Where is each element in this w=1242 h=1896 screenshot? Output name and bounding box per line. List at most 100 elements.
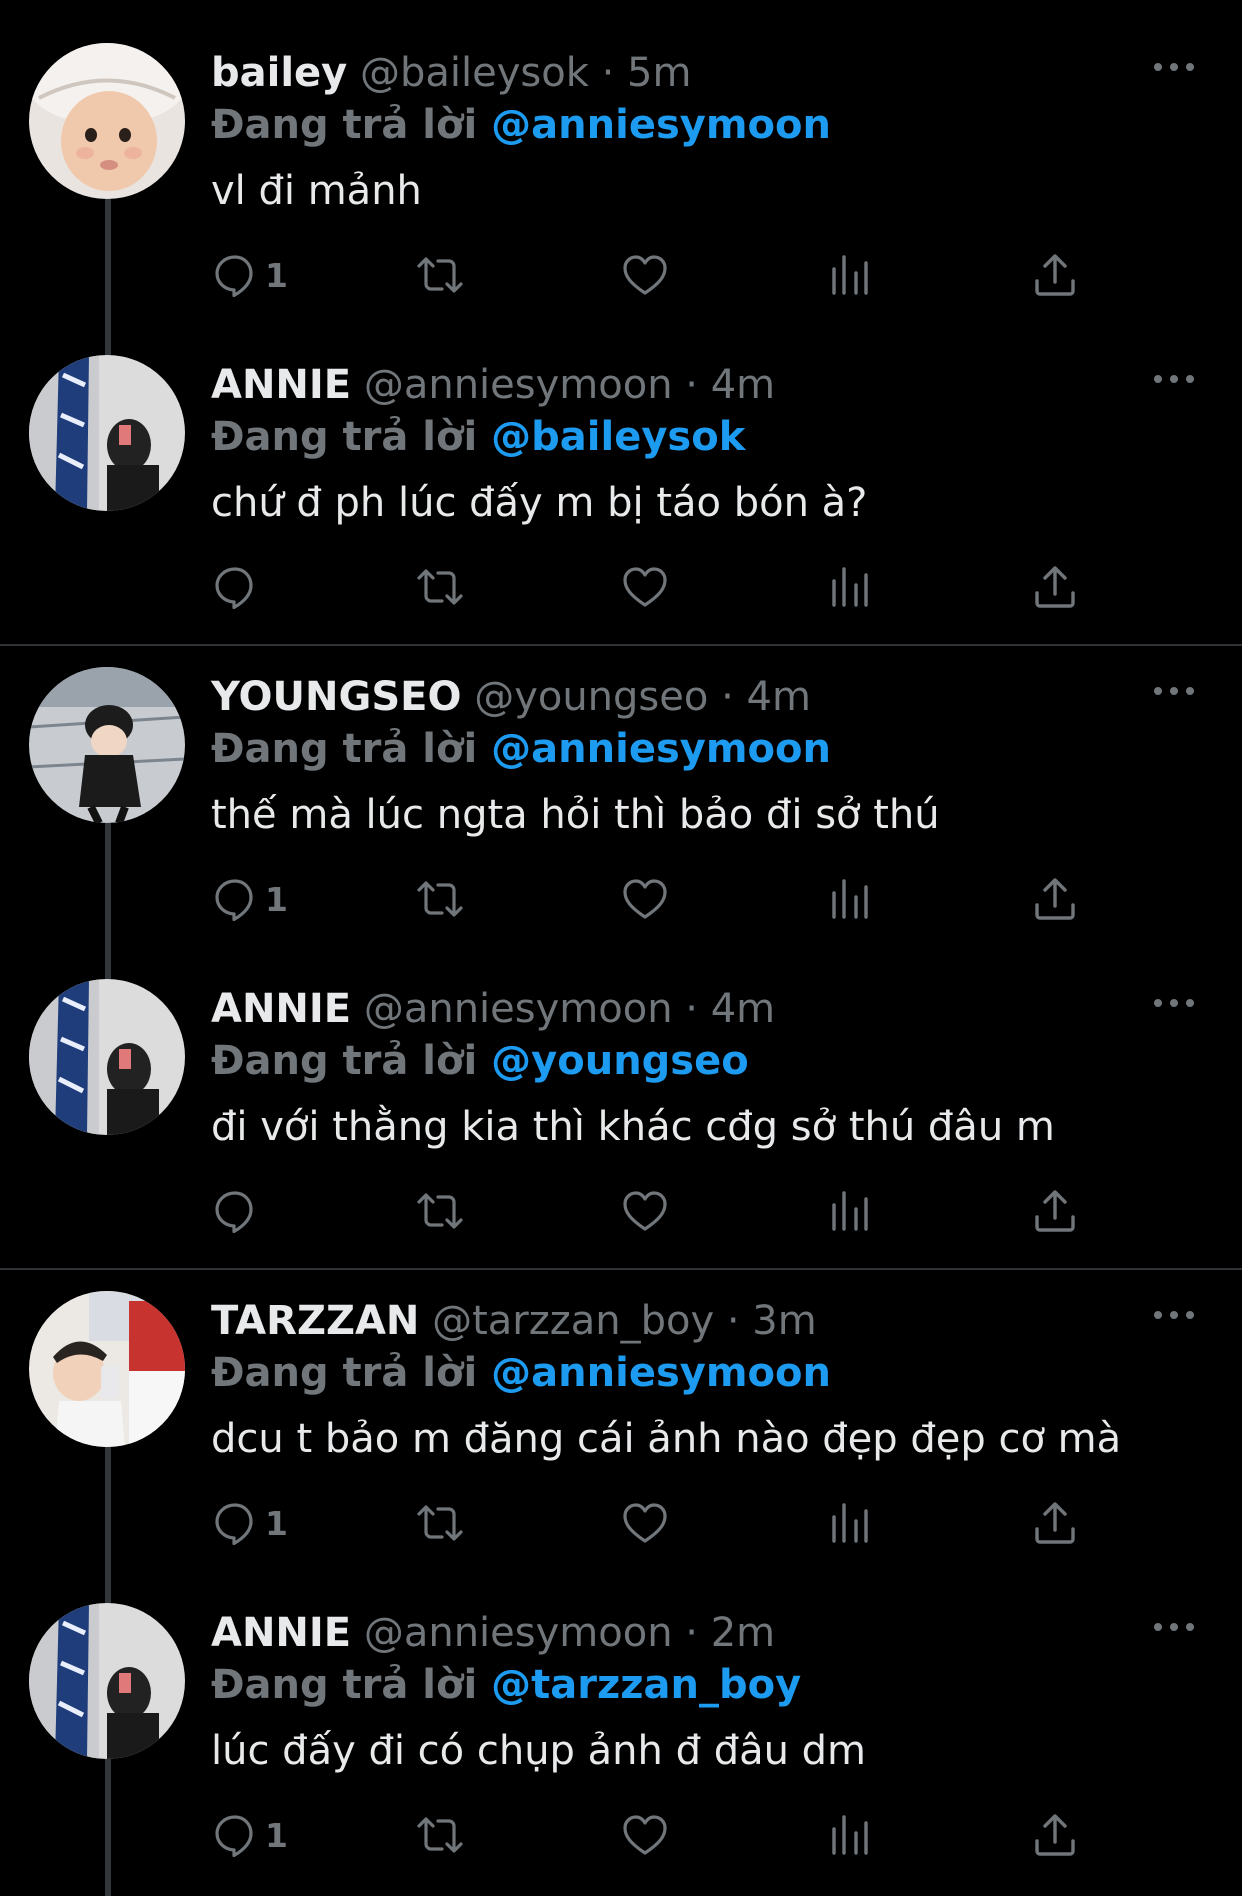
retweet-button[interactable] [416, 245, 464, 305]
tweet-content: YOUNGSEO @youngseo · 4m Đang trả lời @an… [211, 672, 1202, 840]
tweet-actions: 1 [211, 245, 1111, 305]
like-button[interactable] [621, 1181, 669, 1241]
replying-to: Đang trả lời @baileysok [211, 412, 1202, 462]
display-name[interactable]: ANNIE [211, 1610, 351, 1656]
replying-to-mention[interactable]: @tarzzan_boy [491, 1662, 801, 1708]
tweet-content: ANNIE @anniesymoon · 2m Đang trả lời @ta… [211, 1608, 1202, 1776]
user-handle: @anniesymoon [363, 1610, 673, 1656]
like-button[interactable] [621, 245, 669, 305]
reply-button[interactable] [211, 557, 265, 617]
tweet-content: TARZZAN @tarzzan_boy · 3m Đang trả lời @… [211, 1296, 1202, 1464]
user-handle: @anniesymoon [363, 986, 673, 1032]
timestamp[interactable]: 3m [752, 1298, 816, 1344]
display-name[interactable]: ANNIE [211, 986, 351, 1032]
share-button[interactable] [1031, 557, 1079, 617]
retweet-icon [417, 881, 463, 917]
avatar-mirror-selfie[interactable] [29, 979, 185, 1135]
analytics-icon [832, 567, 868, 607]
display-name[interactable]: bailey [211, 50, 347, 96]
tweet-5[interactable]: TARZZAN @tarzzan_boy · 3m Đang trả lời @… [0, 1248, 1242, 1560]
views-button[interactable] [826, 1805, 874, 1865]
retweet-icon [417, 1193, 463, 1229]
like-button[interactable] [621, 1805, 669, 1865]
tweet-text: vl đi mảnh [211, 168, 422, 214]
tweet-6[interactable]: ANNIE @anniesymoon · 2m Đang trả lời @ta… [0, 1560, 1242, 1872]
views-button[interactable] [826, 245, 874, 305]
reply-icon [215, 1191, 253, 1234]
reply-button[interactable]: 1 [211, 245, 288, 305]
replying-to-mention[interactable]: @anniesymoon [491, 1350, 831, 1396]
replying-to-mention[interactable]: @anniesymoon [491, 726, 831, 772]
reply-icon [215, 1815, 253, 1858]
retweet-button[interactable] [416, 1181, 464, 1241]
timestamp[interactable]: 4m [711, 986, 775, 1032]
views-button[interactable] [826, 557, 874, 617]
avatar-mirror-selfie[interactable] [29, 1603, 185, 1759]
analytics-icon [832, 1191, 868, 1231]
tweet-header: YOUNGSEO @youngseo · 4m [211, 672, 1202, 722]
timestamp[interactable]: 4m [747, 674, 811, 720]
views-button[interactable] [826, 869, 874, 929]
like-button[interactable] [621, 557, 669, 617]
user-handle: @tarzzan_boy [432, 1298, 715, 1344]
display-name[interactable]: ANNIE [211, 362, 351, 408]
more-options-icon[interactable] [1151, 57, 1197, 77]
reply-count: 1 [265, 255, 288, 295]
reply-button[interactable] [211, 1181, 265, 1241]
more-options-icon[interactable] [1151, 1617, 1197, 1637]
replying-to-mention[interactable]: @youngseo [491, 1038, 749, 1084]
replying-to-mention[interactable]: @anniesymoon [491, 102, 831, 148]
more-options-icon[interactable] [1151, 369, 1197, 389]
like-button[interactable] [621, 1493, 669, 1553]
more-options-icon[interactable] [1151, 1305, 1197, 1325]
retweet-button[interactable] [416, 869, 464, 929]
tweet-4[interactable]: ANNIE @anniesymoon · 4m Đang trả lời @yo… [0, 936, 1242, 1248]
replying-to-mention[interactable]: @baileysok [491, 414, 745, 460]
tweet-3[interactable]: YOUNGSEO @youngseo · 4m Đang trả lời @an… [0, 624, 1242, 936]
replying-to-label: Đang trả lời [211, 414, 478, 460]
retweet-button[interactable] [416, 557, 464, 617]
views-button[interactable] [826, 1493, 874, 1553]
analytics-icon [832, 255, 868, 295]
more-options-icon[interactable] [1151, 681, 1197, 701]
like-button[interactable] [621, 869, 669, 929]
tweet-header: ANNIE @anniesymoon · 2m [211, 1608, 1202, 1658]
avatar-beanie-photo[interactable] [29, 667, 185, 823]
heart-icon [623, 1191, 667, 1231]
reply-button[interactable]: 1 [211, 1493, 288, 1553]
avatar-baby-photo[interactable] [29, 43, 185, 199]
share-icon [1035, 878, 1075, 920]
tweet-1[interactable]: bailey @baileysok · 5m Đang trả lời @ann… [0, 0, 1242, 312]
retweet-button[interactable] [416, 1493, 464, 1553]
tweet-text: đi với thằng kia thì khác cđg sở thú đâu… [211, 1104, 1055, 1150]
dot-separator: · [685, 986, 711, 1032]
timestamp[interactable]: 4m [711, 362, 775, 408]
retweet-button[interactable] [416, 1805, 464, 1865]
display-name[interactable]: YOUNGSEO [211, 674, 461, 720]
share-button[interactable] [1031, 1493, 1079, 1553]
timestamp[interactable]: 2m [711, 1610, 775, 1656]
tweet-actions [211, 1181, 1111, 1241]
share-button[interactable] [1031, 245, 1079, 305]
tweet-text: dcu t bảo m đăng cái ảnh nào đẹp đẹp cơ … [211, 1416, 1122, 1462]
share-button[interactable] [1031, 1181, 1079, 1241]
share-button[interactable] [1031, 1805, 1079, 1865]
more-options-icon[interactable] [1151, 993, 1197, 1013]
views-button[interactable] [826, 1181, 874, 1241]
reply-button[interactable]: 1 [211, 869, 288, 929]
heart-icon [623, 255, 667, 295]
avatar-selfie-photo[interactable] [29, 1291, 185, 1447]
avatar-mirror-selfie[interactable] [29, 355, 185, 511]
replying-to-label: Đang trả lời [211, 1662, 478, 1708]
replying-to-label: Đang trả lời [211, 726, 478, 772]
share-button[interactable] [1031, 869, 1079, 929]
retweet-icon [417, 1505, 463, 1541]
tweet-2[interactable]: ANNIE @anniesymoon · 4m Đang trả lời @ba… [0, 312, 1242, 624]
share-icon [1035, 254, 1075, 296]
display-name[interactable]: TARZZAN [211, 1298, 419, 1344]
reply-button[interactable]: 1 [211, 1805, 288, 1865]
tweet-content: bailey @baileysok · 5m Đang trả lời @ann… [211, 48, 1202, 216]
retweet-icon [417, 1817, 463, 1853]
heart-icon [623, 1815, 667, 1855]
timestamp[interactable]: 5m [627, 50, 691, 96]
